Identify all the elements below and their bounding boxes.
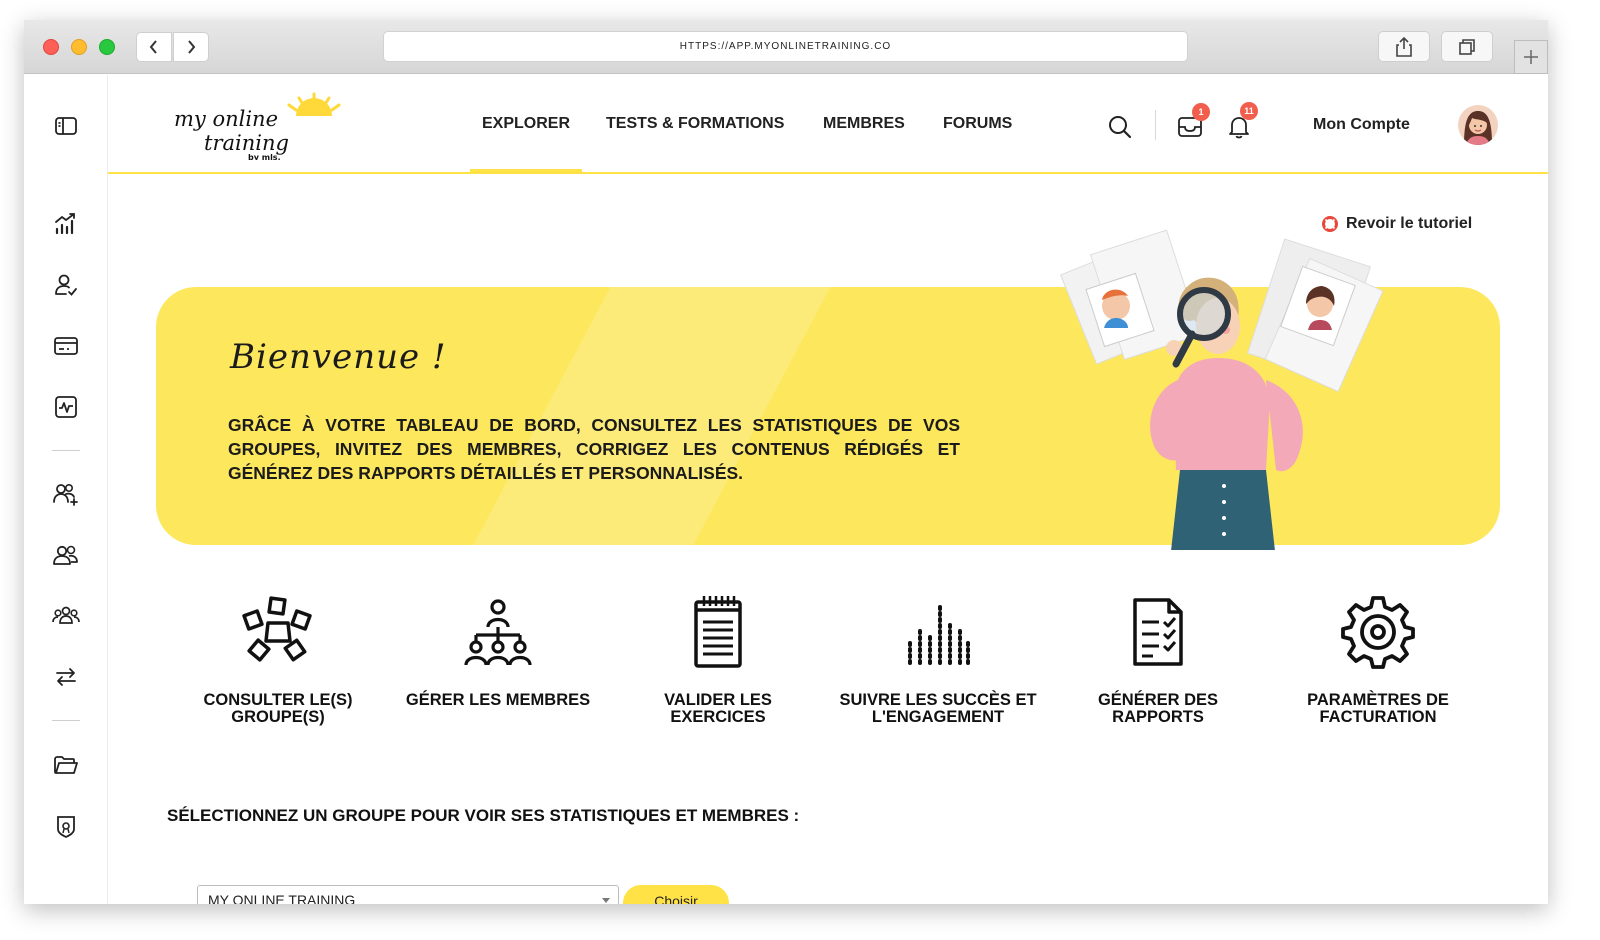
sidebar-toggle[interactable] (52, 112, 80, 140)
sun-logo-icon: my online training by mls. (174, 92, 341, 162)
action-label: PARAMÈTRES DE FACTURATION (1307, 691, 1449, 726)
sidebar-item-validation[interactable] (52, 271, 80, 299)
analytics-chart-icon (55, 213, 75, 235)
welcome-illustration (1054, 229, 1414, 560)
nav-explorer[interactable]: EXPLORER (482, 115, 570, 133)
sidebar-item-files[interactable] (52, 751, 80, 779)
logo-text-line2: training (204, 131, 289, 155)
account-menu[interactable]: Mon Compte (1313, 116, 1410, 134)
close-window-button[interactable] (43, 39, 59, 55)
browser-toolbar: HTTPS://APP.MYONLINETRAINING.CO (24, 20, 1548, 74)
top-navigation: my online training by mls. EXPLORER TEST… (108, 75, 1548, 174)
welcome-description: Grâce à votre tableau de bord, consultez… (228, 415, 960, 483)
nav-membres[interactable]: MEMBRES (823, 115, 905, 133)
maximize-window-button[interactable] (99, 39, 115, 55)
nav-divider (1155, 110, 1156, 140)
groups-network-icon (242, 596, 312, 662)
nav-forums[interactable]: FORUMS (943, 115, 1012, 133)
action-manage-members[interactable]: GÉRER LES MEMBRES (398, 592, 598, 709)
sidebar-item-certificates[interactable] (52, 812, 80, 840)
nav-tests-formations[interactable]: TESTS & FORMATIONS (606, 115, 784, 133)
action-label: GÉNÉRER DES RAPPORTS (1097, 691, 1219, 726)
org-chart-icon (464, 599, 532, 666)
user-avatar-icon (1464, 111, 1492, 145)
chevron-down-icon (602, 898, 610, 903)
search-icon (1109, 116, 1132, 139)
action-label: GÉRER LES MEMBRES (405, 691, 591, 709)
action-label: SUIVRE LES SUCCÈS ET L'ENGAGEMENT (839, 691, 1037, 726)
logo-text-line1: my online (174, 107, 278, 131)
quick-actions: CONSULTER LE(S) GROUPE(S) GÉRER LES MEMB… (178, 592, 1498, 732)
notepad-icon (694, 596, 742, 668)
action-validate-exercises[interactable]: VALIDER LES EXERCICES (618, 592, 818, 726)
action-label: VALIDER LES EXERCICES (664, 691, 772, 726)
action-track-success[interactable]: SUIVRE LES SUCCÈS ET L'ENGAGEMENT (838, 592, 1038, 726)
avatar[interactable] (1458, 105, 1498, 145)
sidebar-item-members[interactable] (52, 541, 80, 569)
forward-button[interactable] (173, 32, 209, 62)
add-user-icon (53, 483, 78, 506)
user-check-icon (55, 274, 77, 296)
checklist-report-icon (1133, 598, 1183, 666)
chevron-left-icon (149, 40, 157, 54)
share-button[interactable] (1378, 31, 1430, 62)
browser-window: HTTPS://APP.MYONLINETRAINING.CO my onlin… (24, 20, 1548, 904)
woman-magnifier-illustration (1059, 229, 1384, 560)
swap-arrows-icon (56, 668, 76, 686)
search-button[interactable] (1106, 113, 1134, 141)
activity-monitor-icon (55, 396, 77, 418)
logo-sub: by mls. (248, 153, 281, 160)
sidebar (24, 75, 108, 904)
new-tab-button[interactable] (1514, 40, 1548, 74)
notifications-badge: 11 (1240, 102, 1258, 120)
plus-icon (1524, 50, 1538, 64)
badge-icon (57, 816, 75, 839)
choose-group-button[interactable]: Choisir (623, 885, 729, 904)
share-icon (1396, 36, 1412, 57)
equalizer-bars-icon (908, 603, 970, 665)
address-bar[interactable]: HTTPS://APP.MYONLINETRAINING.CO (383, 31, 1188, 62)
sidebar-divider (52, 720, 80, 721)
group-select-value: MY ONLINE TRAINING (208, 892, 356, 904)
welcome-heading: Bienvenue ! (230, 337, 447, 377)
folder-icon (54, 756, 78, 774)
users-icon (53, 545, 78, 565)
sidebar-item-transfers[interactable] (52, 663, 80, 691)
action-label: CONSULTER LE(S) GROUPE(S) (203, 691, 353, 726)
sidebar-divider (52, 450, 80, 451)
chevron-right-icon (188, 40, 196, 54)
action-billing-settings[interactable]: PARAMÈTRES DE FACTURATION (1278, 592, 1478, 726)
tabs-icon (1459, 38, 1475, 55)
sidebar-item-billing[interactable] (52, 332, 80, 360)
back-button[interactable] (136, 32, 172, 62)
sidebar-item-statistics[interactable] (52, 210, 80, 238)
team-icon (52, 606, 80, 624)
settings-gear-icon (1341, 596, 1415, 669)
panel-toggle-icon (55, 117, 77, 135)
sidebar-item-activity[interactable] (52, 393, 80, 421)
group-section-title: SÉLECTIONNEZ UN GROUPE POUR VOIR SES STA… (167, 806, 800, 825)
tabs-overview-button[interactable] (1441, 31, 1493, 62)
group-select[interactable]: MY ONLINE TRAINING (197, 885, 619, 904)
credit-card-icon (54, 337, 78, 355)
sidebar-item-invite[interactable] (52, 480, 80, 508)
active-tab-indicator (470, 169, 582, 173)
action-generate-reports[interactable]: GÉNÉRER DES RAPPORTS (1058, 592, 1258, 726)
sidebar-item-groups[interactable] (52, 602, 80, 630)
minimize-window-button[interactable] (71, 39, 87, 55)
app-logo[interactable]: my online training by mls. (168, 90, 348, 162)
inbox-badge: 1 (1192, 103, 1210, 121)
action-consult-groups[interactable]: CONSULTER LE(S) GROUPE(S) (178, 592, 378, 726)
